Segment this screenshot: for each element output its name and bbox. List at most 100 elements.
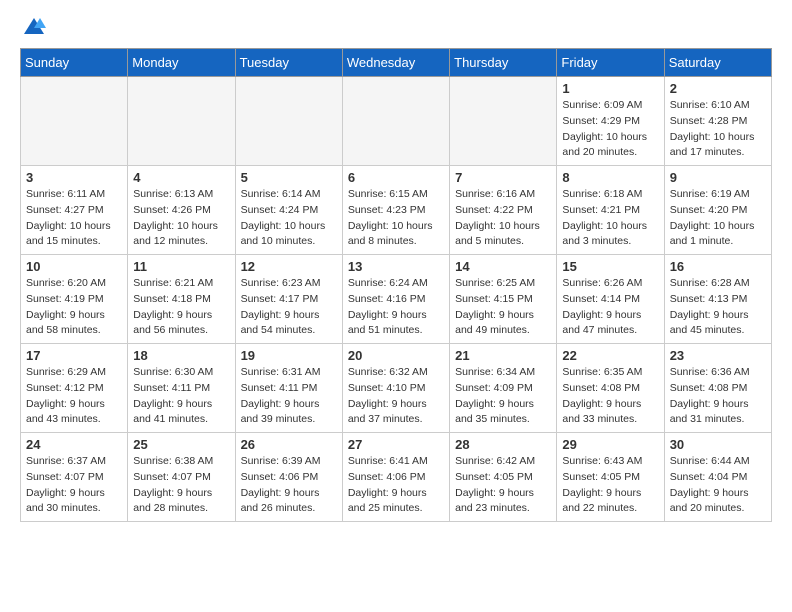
calendar-cell: 8 Sunrise: 6:18 AM Sunset: 4:21 PM Daylig… bbox=[557, 166, 664, 255]
page-container: SundayMondayTuesdayWednesdayThursdayFrid… bbox=[0, 0, 792, 538]
day-number: 15 bbox=[562, 259, 658, 274]
calendar-cell: 24 Sunrise: 6:37 AM Sunset: 4:07 PM Dayli… bbox=[21, 433, 128, 522]
day-number: 2 bbox=[670, 81, 766, 96]
calendar-cell bbox=[342, 77, 449, 166]
calendar-cell: 19Sunrise: 6:31 AM Sunset: 4:11 PM Dayli… bbox=[235, 344, 342, 433]
logo bbox=[20, 16, 46, 36]
day-info: Sunrise: 6:38 AM Sunset: 4:07 PM Dayligh… bbox=[133, 454, 229, 517]
weekday-header-wednesday: Wednesday bbox=[342, 49, 449, 77]
day-number: 17 bbox=[26, 348, 122, 363]
day-number: 8 bbox=[562, 170, 658, 185]
calendar-cell: 7Sunrise: 6:16 AM Sunset: 4:22 PM Daylig… bbox=[450, 166, 557, 255]
day-number: 6 bbox=[348, 170, 444, 185]
calendar-cell: 16 Sunrise: 6:28 AM Sunset: 4:13 PM Dayli… bbox=[664, 255, 771, 344]
day-info: Sunrise: 6:28 AM Sunset: 4:13 PM Dayligh… bbox=[670, 276, 766, 339]
calendar-cell: 26 Sunrise: 6:39 AM Sunset: 4:06 PM Dayli… bbox=[235, 433, 342, 522]
day-info: Sunrise: 6:15 AM Sunset: 4:23 PM Dayligh… bbox=[348, 187, 444, 250]
day-number: 22 bbox=[562, 348, 658, 363]
calendar-week-0: 1Sunrise: 6:09 AM Sunset: 4:29 PM Daylig… bbox=[21, 77, 772, 166]
day-number: 23 bbox=[670, 348, 766, 363]
day-info: Sunrise: 6:26 AM Sunset: 4:14 PM Dayligh… bbox=[562, 276, 658, 339]
day-number: 26 bbox=[241, 437, 337, 452]
day-info: Sunrise: 6:35 AM Sunset: 4:08 PM Dayligh… bbox=[562, 365, 658, 428]
day-number: 9 bbox=[670, 170, 766, 185]
day-number: 3 bbox=[26, 170, 122, 185]
calendar-cell: 10 Sunrise: 6:20 AM Sunset: 4:19 PM Dayli… bbox=[21, 255, 128, 344]
day-number: 5 bbox=[241, 170, 337, 185]
day-info: Sunrise: 6:43 AM Sunset: 4:05 PM Dayligh… bbox=[562, 454, 658, 517]
calendar-cell: 29 Sunrise: 6:43 AM Sunset: 4:05 PM Dayli… bbox=[557, 433, 664, 522]
day-info: Sunrise: 6:34 AM Sunset: 4:09 PM Dayligh… bbox=[455, 365, 551, 428]
day-info: Sunrise: 6:37 AM Sunset: 4:07 PM Dayligh… bbox=[26, 454, 122, 517]
day-info: Sunrise: 6:25 AM Sunset: 4:15 PM Dayligh… bbox=[455, 276, 551, 339]
weekday-header-thursday: Thursday bbox=[450, 49, 557, 77]
day-info: Sunrise: 6:29 AM Sunset: 4:12 PM Dayligh… bbox=[26, 365, 122, 428]
calendar-week-4: 24 Sunrise: 6:37 AM Sunset: 4:07 PM Dayli… bbox=[21, 433, 772, 522]
day-info: Sunrise: 6:10 AM Sunset: 4:28 PM Dayligh… bbox=[670, 98, 766, 161]
calendar-cell bbox=[21, 77, 128, 166]
calendar-cell: 30 Sunrise: 6:44 AM Sunset: 4:04 PM Dayli… bbox=[664, 433, 771, 522]
weekday-header-sunday: Sunday bbox=[21, 49, 128, 77]
day-number: 16 bbox=[670, 259, 766, 274]
day-info: Sunrise: 6:24 AM Sunset: 4:16 PM Dayligh… bbox=[348, 276, 444, 339]
day-info: Sunrise: 6:13 AM Sunset: 4:26 PM Dayligh… bbox=[133, 187, 229, 250]
calendar-body: 1Sunrise: 6:09 AM Sunset: 4:29 PM Daylig… bbox=[21, 77, 772, 522]
calendar-cell: 20 Sunrise: 6:32 AM Sunset: 4:10 PM Dayli… bbox=[342, 344, 449, 433]
header bbox=[20, 16, 772, 36]
day-info: Sunrise: 6:21 AM Sunset: 4:18 PM Dayligh… bbox=[133, 276, 229, 339]
calendar-cell: 27 Sunrise: 6:41 AM Sunset: 4:06 PM Dayli… bbox=[342, 433, 449, 522]
weekday-header-friday: Friday bbox=[557, 49, 664, 77]
day-info: Sunrise: 6:19 AM Sunset: 4:20 PM Dayligh… bbox=[670, 187, 766, 250]
day-info: Sunrise: 6:20 AM Sunset: 4:19 PM Dayligh… bbox=[26, 276, 122, 339]
day-info: Sunrise: 6:09 AM Sunset: 4:29 PM Dayligh… bbox=[562, 98, 658, 161]
day-info: Sunrise: 6:30 AM Sunset: 4:11 PM Dayligh… bbox=[133, 365, 229, 428]
day-info: Sunrise: 6:39 AM Sunset: 4:06 PM Dayligh… bbox=[241, 454, 337, 517]
calendar-cell: 25 Sunrise: 6:38 AM Sunset: 4:07 PM Dayli… bbox=[128, 433, 235, 522]
day-number: 10 bbox=[26, 259, 122, 274]
calendar-cell: 12Sunrise: 6:23 AM Sunset: 4:17 PM Dayli… bbox=[235, 255, 342, 344]
day-info: Sunrise: 6:41 AM Sunset: 4:06 PM Dayligh… bbox=[348, 454, 444, 517]
calendar-cell bbox=[235, 77, 342, 166]
day-number: 25 bbox=[133, 437, 229, 452]
day-number: 29 bbox=[562, 437, 658, 452]
day-number: 19 bbox=[241, 348, 337, 363]
calendar-cell: 5 Sunrise: 6:14 AM Sunset: 4:24 PM Daylig… bbox=[235, 166, 342, 255]
day-info: Sunrise: 6:36 AM Sunset: 4:08 PM Dayligh… bbox=[670, 365, 766, 428]
day-info: Sunrise: 6:14 AM Sunset: 4:24 PM Dayligh… bbox=[241, 187, 337, 250]
day-info: Sunrise: 6:42 AM Sunset: 4:05 PM Dayligh… bbox=[455, 454, 551, 517]
calendar-cell: 17 Sunrise: 6:29 AM Sunset: 4:12 PM Dayli… bbox=[21, 344, 128, 433]
weekday-header-tuesday: Tuesday bbox=[235, 49, 342, 77]
weekday-header-saturday: Saturday bbox=[664, 49, 771, 77]
logo-icon bbox=[22, 16, 46, 36]
day-number: 14 bbox=[455, 259, 551, 274]
calendar-header: SundayMondayTuesdayWednesdayThursdayFrid… bbox=[21, 49, 772, 77]
weekday-header-monday: Monday bbox=[128, 49, 235, 77]
day-number: 21 bbox=[455, 348, 551, 363]
calendar-cell: 11 Sunrise: 6:21 AM Sunset: 4:18 PM Dayli… bbox=[128, 255, 235, 344]
calendar-cell: 13Sunrise: 6:24 AM Sunset: 4:16 PM Dayli… bbox=[342, 255, 449, 344]
calendar-cell: 28 Sunrise: 6:42 AM Sunset: 4:05 PM Dayli… bbox=[450, 433, 557, 522]
day-number: 4 bbox=[133, 170, 229, 185]
calendar-cell bbox=[128, 77, 235, 166]
calendar-week-2: 10 Sunrise: 6:20 AM Sunset: 4:19 PM Dayli… bbox=[21, 255, 772, 344]
day-info: Sunrise: 6:32 AM Sunset: 4:10 PM Dayligh… bbox=[348, 365, 444, 428]
day-number: 28 bbox=[455, 437, 551, 452]
calendar-cell: 22 Sunrise: 6:35 AM Sunset: 4:08 PM Dayli… bbox=[557, 344, 664, 433]
day-number: 24 bbox=[26, 437, 122, 452]
day-info: Sunrise: 6:11 AM Sunset: 4:27 PM Dayligh… bbox=[26, 187, 122, 250]
day-number: 30 bbox=[670, 437, 766, 452]
calendar-cell: 15 Sunrise: 6:26 AM Sunset: 4:14 PM Dayli… bbox=[557, 255, 664, 344]
calendar-cell: 23 Sunrise: 6:36 AM Sunset: 4:08 PM Dayli… bbox=[664, 344, 771, 433]
weekday-header-row: SundayMondayTuesdayWednesdayThursdayFrid… bbox=[21, 49, 772, 77]
calendar-cell: 1Sunrise: 6:09 AM Sunset: 4:29 PM Daylig… bbox=[557, 77, 664, 166]
day-number: 20 bbox=[348, 348, 444, 363]
day-number: 11 bbox=[133, 259, 229, 274]
day-info: Sunrise: 6:18 AM Sunset: 4:21 PM Dayligh… bbox=[562, 187, 658, 250]
day-info: Sunrise: 6:44 AM Sunset: 4:04 PM Dayligh… bbox=[670, 454, 766, 517]
calendar-week-3: 17 Sunrise: 6:29 AM Sunset: 4:12 PM Dayli… bbox=[21, 344, 772, 433]
day-info: Sunrise: 6:16 AM Sunset: 4:22 PM Dayligh… bbox=[455, 187, 551, 250]
calendar-table: SundayMondayTuesdayWednesdayThursdayFrid… bbox=[20, 48, 772, 522]
calendar-cell: 2 Sunrise: 6:10 AM Sunset: 4:28 PM Daylig… bbox=[664, 77, 771, 166]
day-number: 27 bbox=[348, 437, 444, 452]
calendar-cell bbox=[450, 77, 557, 166]
